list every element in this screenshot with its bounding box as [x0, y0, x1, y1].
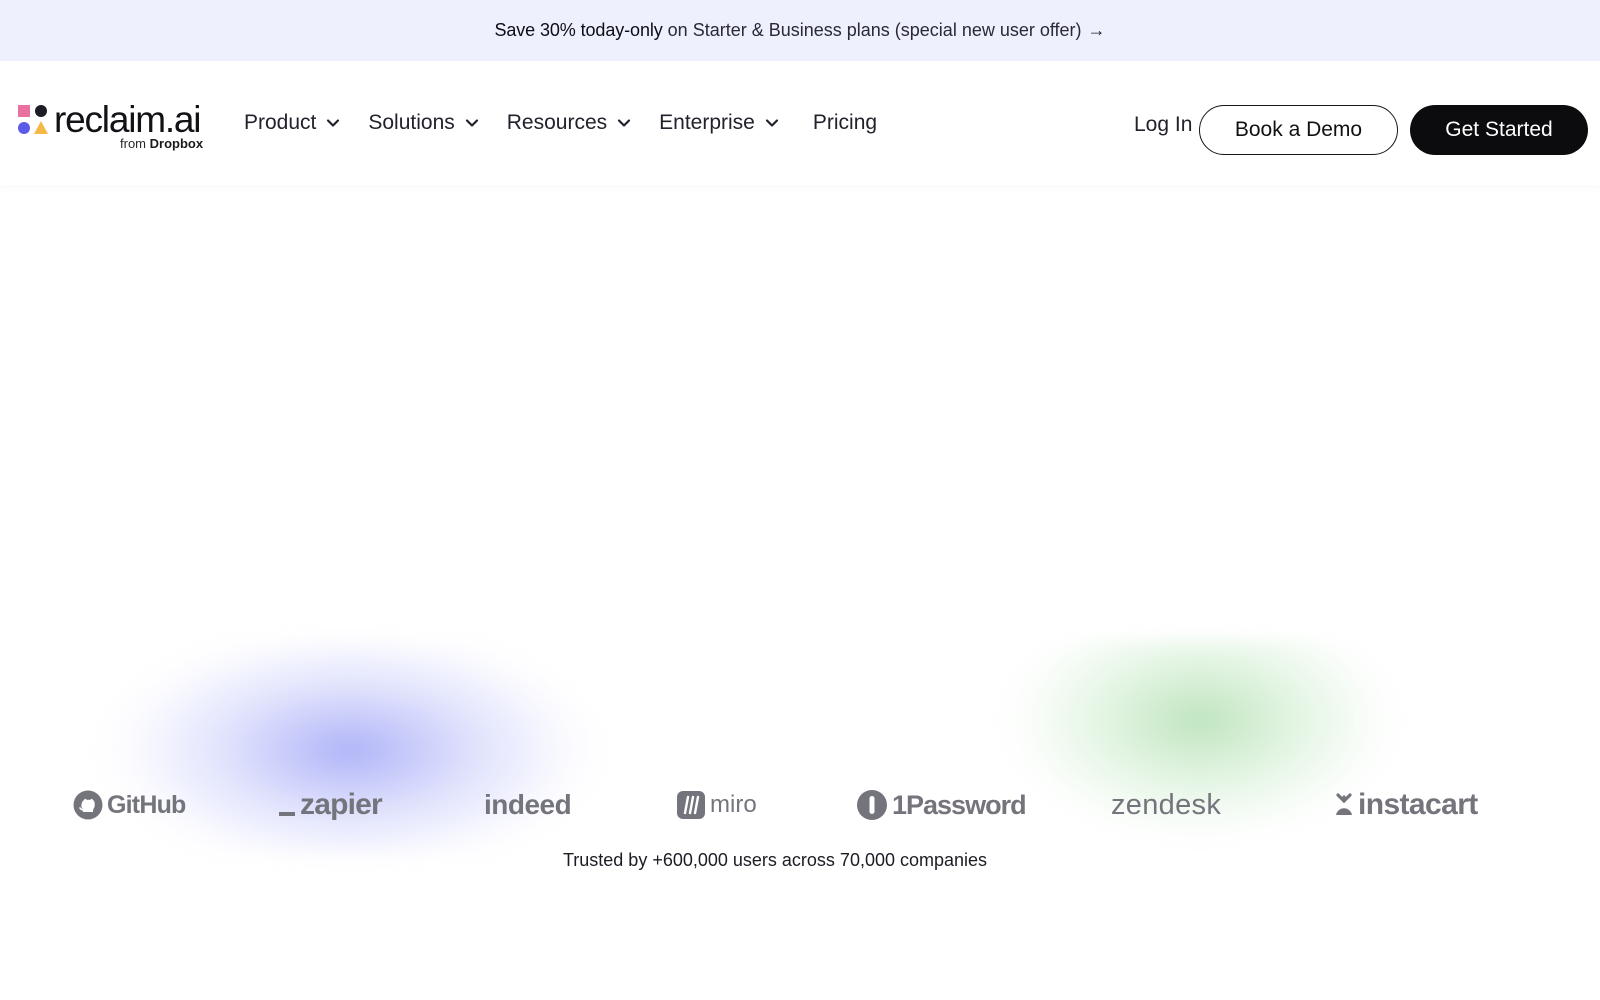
reclaim-logo-mark-icon	[18, 105, 48, 134]
carrot-icon	[1336, 793, 1352, 815]
company-logo-instacart: instacart	[1334, 785, 1478, 825]
nav-item-pricing[interactable]: Pricing	[813, 111, 877, 135]
company-logo-zapier: zapier	[278, 785, 383, 825]
book-demo-button[interactable]: Book a Demo	[1199, 105, 1398, 155]
nav-item-product[interactable]: Product	[244, 111, 340, 135]
company-logo-miro: miro	[676, 785, 757, 825]
company-name: indeed	[484, 789, 572, 820]
nav-item-solutions[interactable]: Solutions	[368, 111, 478, 135]
company-name: instacart	[1358, 788, 1478, 821]
promo-highlight: Save 30% today-only	[494, 20, 663, 40]
miro-icon	[677, 791, 705, 819]
nav-item-label: Enterprise	[659, 111, 755, 134]
zapier-underscore-icon	[279, 812, 295, 816]
logo-sub-prefix: from	[120, 136, 146, 151]
arrow-right-icon: →	[1087, 20, 1106, 40]
github-icon	[73, 790, 103, 820]
company-logo-github: GitHub	[73, 785, 186, 825]
nav-item-label: Product	[244, 111, 317, 134]
nav-item-label: Resources	[506, 111, 608, 134]
reclaim-logo[interactable]: reclaim.ai from Dropbox	[18, 99, 208, 159]
logo-sub-brand: Dropbox	[149, 136, 204, 151]
chevron-down-icon	[618, 119, 631, 127]
promo-text: on Starter & Business plans (special new…	[667, 20, 1082, 40]
get-started-button[interactable]: Get Started	[1410, 105, 1588, 155]
nav-item-label: Solutions	[368, 111, 455, 134]
login-link[interactable]: Log In	[1134, 113, 1192, 137]
nav-item-resources[interactable]: Resources	[507, 111, 631, 135]
chevron-down-icon	[327, 119, 340, 127]
promo-banner[interactable]: Save 30% today-only on Starter & Busines…	[0, 0, 1600, 61]
site-header: reclaim.ai from Dropbox Product Solution…	[0, 61, 1600, 185]
company-name: GitHub	[107, 790, 186, 819]
chevron-down-icon	[765, 119, 778, 127]
company-logo-zendesk: zendesk	[1111, 785, 1221, 825]
1password-icon	[857, 790, 887, 820]
company-logo-indeed: indeed	[484, 785, 572, 825]
company-name: miro	[710, 791, 757, 818]
nav-item-label: Pricing	[812, 111, 878, 134]
company-logo-1password: 1Password	[856, 785, 1027, 825]
chevron-down-icon	[465, 119, 478, 127]
logo-wordmark: reclaim.ai	[54, 99, 202, 140]
company-name: zendesk	[1111, 788, 1222, 821]
logo-subtitle: from Dropbox	[120, 136, 203, 151]
company-name: zapier	[300, 788, 383, 821]
trusted-by-caption: Trusted by +600,000 users across 70,000 …	[562, 850, 988, 870]
nav-item-enterprise[interactable]: Enterprise	[659, 111, 779, 135]
company-name: 1Password	[892, 789, 1027, 820]
main-nav: Product Solutions Resources Enterprise P…	[244, 61, 905, 185]
